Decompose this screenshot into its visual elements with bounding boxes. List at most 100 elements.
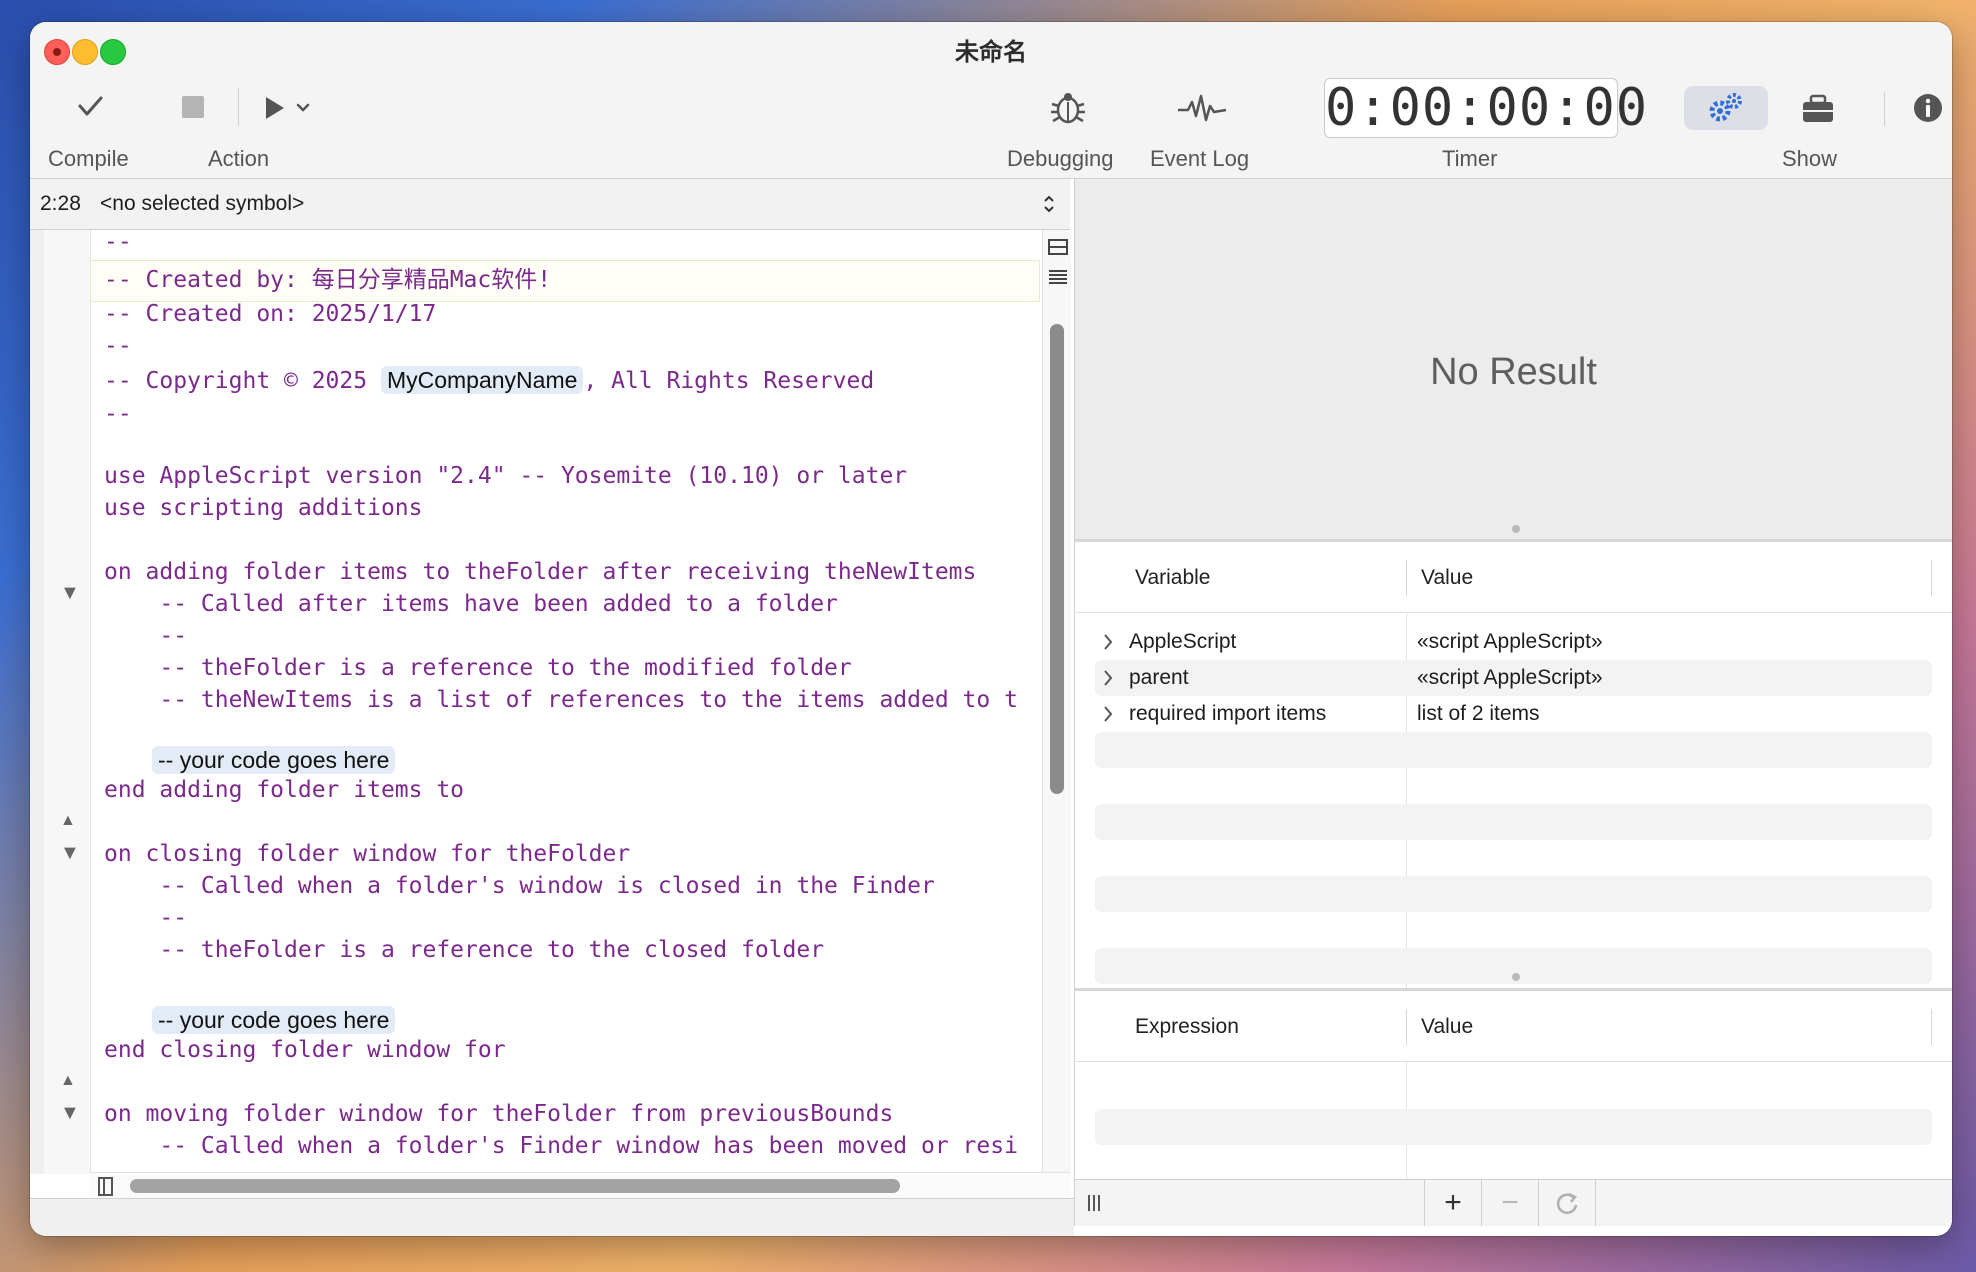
checkmark-icon	[78, 96, 103, 116]
column-divider[interactable]	[1406, 1009, 1407, 1045]
value-column-header[interactable]: Value	[1421, 1015, 1473, 1039]
pane-divider-handle[interactable]	[1512, 525, 1520, 533]
copyright-text: -- Copyright © 2025	[104, 368, 381, 394]
code-line: end closing folder window for	[104, 1037, 506, 1063]
show-result-button[interactable]	[1684, 86, 1768, 130]
code-line: -- Called when a folder's Finder window …	[104, 1133, 1018, 1159]
timer-display: 0:00:00:00	[1324, 78, 1649, 138]
code-line: --	[104, 905, 188, 931]
code-line: -- your code goes here	[152, 1006, 396, 1034]
empty-row	[1095, 732, 1932, 768]
variable-value: «script AppleScript»	[1417, 666, 1603, 689]
refresh-icon	[1556, 1192, 1578, 1214]
action-label: Action	[208, 146, 270, 171]
expressions-toolbar: + −	[1074, 1179, 1952, 1226]
code-line: on adding folder items to theFolder afte…	[104, 559, 977, 585]
split-view-icon	[1048, 239, 1068, 284]
variable-name: parent	[1129, 666, 1189, 689]
column-divider[interactable]	[1406, 560, 1407, 596]
variable-row[interactable]: AppleScript «script AppleScript»	[1095, 624, 1932, 660]
fold-triangle-down-icon[interactable]: ▼	[60, 582, 80, 605]
horizontal-scroll-thumb[interactable]	[130, 1179, 900, 1193]
show-label: Show	[1782, 146, 1838, 171]
code-line: -- Copyright © 2025 MyCompanyName, All R…	[104, 366, 874, 394]
column-divider[interactable]	[1931, 1009, 1932, 1045]
symbol-selector[interactable]: <no selected symbol>	[100, 179, 304, 229]
code-line: -- theNewItems is a list of references t…	[104, 687, 1018, 713]
library-button[interactable]	[1798, 92, 1838, 126]
script-editor-window: 未命名 Compile Action Debugging Event Log 0…	[30, 22, 1952, 1236]
code-line: on moving folder window for theFolder fr…	[104, 1101, 894, 1127]
code-line: --	[104, 623, 188, 649]
gears-icon	[1709, 93, 1742, 122]
variable-value: list of 2 items	[1417, 702, 1540, 725]
script-editor[interactable]: ▼ ▲ ▼ ▲ ▼ -- -- Created by: 每日分享精品Mac软件!…	[30, 230, 1040, 1174]
code-line: --	[104, 230, 132, 255]
stop-button[interactable]	[182, 96, 204, 118]
variables-header: Variable Value	[1075, 542, 1952, 613]
code-line: use scripting additions	[104, 495, 423, 521]
expressions-pane: Expression Value	[1074, 991, 1952, 1179]
run-button[interactable]	[262, 92, 318, 124]
info-button[interactable]	[1912, 92, 1944, 124]
timer-label: Timer	[1442, 146, 1498, 171]
expression-column-header[interactable]: Expression	[1135, 1015, 1239, 1039]
fold-triangle-down-icon[interactable]: ▼	[60, 842, 80, 865]
remove-expression-button[interactable]: −	[1481, 1180, 1538, 1226]
empty-row	[1095, 804, 1932, 840]
copyright-text: , All Rights Reserved	[583, 368, 875, 394]
variables-pane: Variable Value AppleScript «script Apple…	[1074, 542, 1952, 991]
add-expression-button[interactable]: +	[1424, 1180, 1481, 1226]
compile-button[interactable]	[70, 88, 110, 124]
variable-name: required import items	[1129, 702, 1327, 725]
code-text[interactable]: -- -- Created by: 每日分享精品Mac软件! -- Create…	[104, 230, 1040, 1174]
debugging-button[interactable]	[1046, 88, 1090, 128]
variable-row[interactable]: parent «script AppleScript»	[1095, 660, 1932, 696]
code-line: use AppleScript version "2.4" -- Yosemit…	[104, 463, 908, 489]
waveform-icon	[1178, 94, 1227, 122]
editor-margin	[30, 230, 44, 1174]
code-line: -- theFolder is a reference to the modif…	[104, 655, 852, 681]
debugging-label: Debugging	[1007, 146, 1114, 171]
event-log-button[interactable]	[1176, 92, 1228, 124]
code-line: -- Created on: 2025/1/17	[104, 301, 437, 327]
status-bar	[30, 1198, 1074, 1236]
result-pane: No Result	[1074, 179, 1952, 542]
code-line: -- your code goes here	[152, 746, 396, 774]
refresh-button[interactable]	[1538, 1180, 1596, 1226]
variable-name: AppleScript	[1129, 630, 1237, 653]
empty-row	[1095, 876, 1932, 912]
compile-label: Compile	[48, 146, 129, 171]
empty-row	[1095, 1109, 1932, 1145]
bug-icon	[1051, 93, 1085, 124]
fold-triangle-down-icon[interactable]: ▼	[60, 1102, 80, 1125]
column-divider[interactable]	[1931, 560, 1932, 596]
no-result-text: No Result	[1430, 351, 1597, 393]
code-line: -- theFolder is a reference to the close…	[104, 937, 825, 963]
code-line: -- Called when a folder's window is clos…	[104, 873, 935, 899]
pane-divider-handle[interactable]	[1512, 973, 1520, 981]
code-line: --	[104, 401, 132, 427]
toolbar: 未命名 Compile Action Debugging Event Log 0…	[30, 22, 1952, 179]
variable-column-header[interactable]: Variable	[1135, 566, 1211, 590]
toolbar-separator	[238, 88, 239, 126]
code-line: -- Created by: 每日分享精品Mac软件!	[104, 267, 552, 293]
code-line: end adding folder items to	[104, 777, 465, 803]
placeholder-token[interactable]: -- your code goes here	[152, 746, 396, 774]
fold-triangle-up-icon[interactable]: ▲	[60, 812, 76, 830]
play-icon	[266, 97, 310, 119]
line-gutter	[44, 230, 91, 1174]
variable-row[interactable]: required import items list of 2 items	[1095, 696, 1932, 732]
value-column-header[interactable]: Value	[1421, 566, 1473, 590]
symbol-navigator-bar[interactable]: 2:28 <no selected symbol>	[30, 179, 1070, 230]
sidebar-toggle-icon	[98, 1177, 113, 1196]
cursor-position: 2:28	[40, 192, 81, 215]
code-line: -- Called after items have been added to…	[104, 591, 838, 617]
info-icon	[1914, 94, 1942, 122]
code-line: on closing folder window for theFolder	[104, 841, 631, 867]
placeholder-token[interactable]: -- your code goes here	[152, 1006, 396, 1034]
fold-triangle-up-icon[interactable]: ▲	[60, 1072, 76, 1090]
placeholder-token[interactable]: MyCompanyName	[380, 366, 584, 394]
vertical-scroll-thumb[interactable]	[1050, 324, 1064, 794]
columns-toggle-icon[interactable]	[1085, 1180, 1105, 1231]
